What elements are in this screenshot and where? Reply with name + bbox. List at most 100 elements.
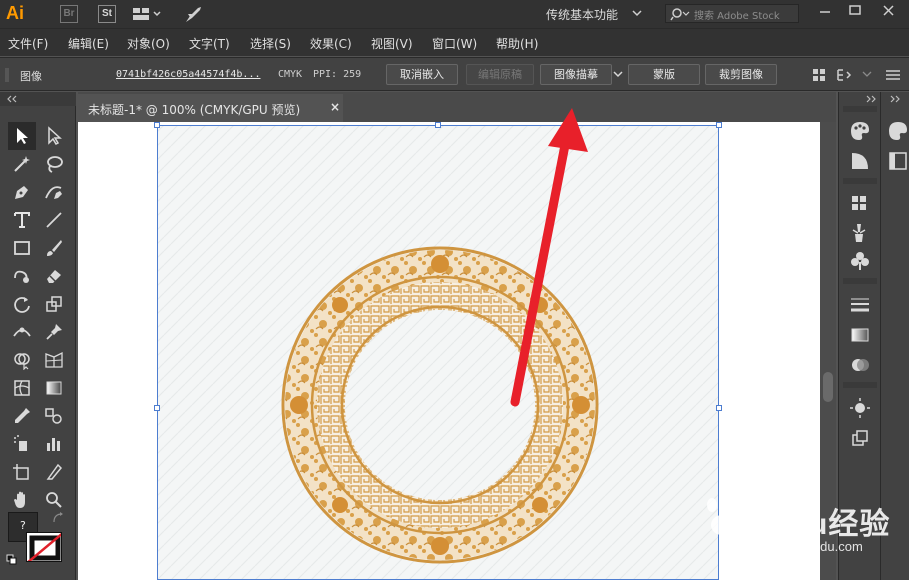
graphic-styles-icon[interactable] — [849, 427, 871, 449]
transform-icon[interactable] — [836, 68, 856, 82]
panel-grip-icon[interactable] — [4, 66, 10, 84]
color-palette-icon[interactable] — [887, 120, 909, 142]
symbols-club-icon[interactable] — [849, 250, 871, 272]
direct-selection-tool[interactable] — [40, 122, 68, 150]
rotate-tool[interactable] — [8, 290, 36, 318]
pen-tool[interactable] — [8, 178, 36, 206]
chevron-down-icon[interactable] — [632, 8, 642, 18]
crop-image-button[interactable]: 裁剪图像 — [705, 64, 777, 85]
arrange-documents-icon[interactable] — [132, 6, 162, 22]
mask-button[interactable]: 蒙版 — [628, 64, 700, 85]
selection-handle[interactable] — [154, 405, 160, 411]
close-tab-icon[interactable]: × — [330, 100, 340, 114]
transparency-icon[interactable] — [849, 354, 871, 376]
menu-select[interactable]: 选择(S) — [250, 35, 291, 52]
menu-effect[interactable]: 效果(C) — [310, 35, 352, 52]
selection-handle[interactable] — [435, 122, 441, 128]
eyedropper-tool[interactable] — [8, 402, 36, 430]
maximize-icon[interactable] — [845, 4, 865, 18]
menu-view[interactable]: 视图(V) — [371, 35, 413, 52]
lasso-tool[interactable] — [40, 150, 68, 178]
pin-icon — [46, 324, 62, 340]
zoom-tool[interactable] — [40, 486, 68, 514]
stock-button[interactable]: St — [98, 5, 116, 23]
collapse-panel-icon[interactable] — [889, 95, 901, 103]
chevron-down-icon[interactable] — [862, 71, 872, 79]
linked-file-name[interactable]: 0741bf426c05a44574f4b... — [116, 69, 261, 80]
workspace-switcher[interactable]: 传统基本功能 — [546, 6, 618, 23]
magic-wand-tool[interactable] — [8, 150, 36, 178]
edit-original-button[interactable]: 编辑原稿 — [466, 64, 534, 85]
selection-tool[interactable] — [8, 122, 36, 150]
menu-edit[interactable]: 编辑(E) — [68, 35, 109, 52]
symbol-sprayer-tool[interactable] — [8, 430, 36, 458]
gradient-panel-icon[interactable] — [849, 324, 871, 346]
rectangle-icon — [14, 241, 30, 255]
eraser-icon — [47, 270, 61, 283]
selection-handle[interactable] — [154, 122, 160, 128]
libraries-icon[interactable] — [887, 150, 909, 172]
swatches-icon[interactable] — [849, 192, 871, 214]
appearance-sun-icon[interactable] — [849, 397, 871, 419]
type-tool[interactable] — [8, 206, 36, 234]
slice-tool[interactable] — [40, 458, 68, 486]
line-segment-tool[interactable] — [40, 206, 68, 234]
image-trace-button[interactable]: 图像描摹 — [540, 64, 612, 85]
perspective-grid-tool[interactable] — [40, 346, 68, 374]
bridge-button[interactable]: Br — [60, 5, 78, 23]
scale-tool[interactable] — [40, 290, 68, 318]
collapse-panel-icon[interactable] — [6, 95, 18, 103]
direct-selection-arrow-icon — [48, 126, 62, 145]
panel-menu-icon[interactable] — [884, 68, 902, 82]
hand-tool[interactable] — [8, 486, 36, 514]
eraser-tool[interactable] — [40, 262, 68, 290]
menu-type[interactable]: 文字(T) — [189, 35, 230, 52]
unembed-button[interactable]: 取消嵌入 — [386, 64, 458, 85]
default-colors-icon[interactable] — [6, 554, 18, 566]
gradient-tool[interactable] — [40, 374, 68, 402]
shaper-tool[interactable] — [8, 262, 36, 290]
brushes-icon[interactable] — [849, 222, 871, 244]
rotate-icon — [14, 297, 30, 313]
collapse-panel-icon[interactable] — [865, 95, 877, 103]
object-type-label: 图像 — [20, 70, 42, 83]
title-bar: Ai Br St 传统基本功能 搜索 Adobe Stock — [0, 0, 909, 28]
color-guide-icon[interactable] — [849, 150, 871, 172]
control-bar: 图像 0741bf426c05a44574f4b... CMYK PPI: 25… — [0, 57, 909, 91]
selection-handle[interactable] — [716, 405, 722, 411]
stock-search-input[interactable]: 搜索 Adobe Stock — [665, 4, 799, 23]
stroke-swatch[interactable] — [26, 532, 62, 562]
column-graph-tool[interactable] — [40, 430, 68, 458]
curvature-tool[interactable] — [40, 178, 68, 206]
scrollbar-thumb[interactable] — [823, 372, 833, 402]
selection-handle[interactable] — [716, 122, 722, 128]
width-tool[interactable] — [8, 318, 36, 346]
stroke-lines-icon[interactable] — [849, 294, 871, 316]
menu-help[interactable]: 帮助(H) — [496, 35, 538, 52]
menu-file[interactable]: 文件(F) — [8, 35, 48, 52]
swap-colors-icon[interactable] — [52, 512, 66, 524]
image-trace-dropdown-icon[interactable] — [613, 71, 623, 79]
gpu-performance-rocket-icon[interactable] — [184, 6, 204, 22]
tools-panel-header[interactable] — [0, 92, 76, 106]
paw-logo-icon — [707, 495, 740, 535]
puppet-warp-tool[interactable] — [40, 318, 68, 346]
close-window-icon[interactable] — [879, 4, 899, 18]
slice-knife-icon — [46, 463, 63, 480]
paintbrush-tool[interactable] — [40, 234, 68, 262]
search-placeholder: 搜索 Adobe Stock — [694, 11, 780, 22]
blend-tool[interactable] — [40, 402, 68, 430]
document-tab[interactable]: 未标题-1* @ 100% (CMYK/GPU 预览) × — [78, 94, 343, 122]
align-grid-icon[interactable] — [812, 68, 826, 82]
color-palette-icon[interactable] — [849, 120, 871, 142]
shape-builder-tool[interactable] — [8, 346, 36, 374]
menu-window[interactable]: 窗口(W) — [432, 35, 477, 52]
minimize-icon[interactable] — [815, 4, 835, 18]
menu-object[interactable]: 对象(O) — [127, 35, 170, 52]
placed-image-artwork — [157, 125, 719, 580]
mesh-tool[interactable] — [8, 374, 36, 402]
artboard-tool[interactable] — [8, 458, 36, 486]
rectangle-tool[interactable] — [8, 234, 36, 262]
placed-image[interactable] — [157, 125, 719, 580]
artboard-icon — [13, 464, 29, 480]
